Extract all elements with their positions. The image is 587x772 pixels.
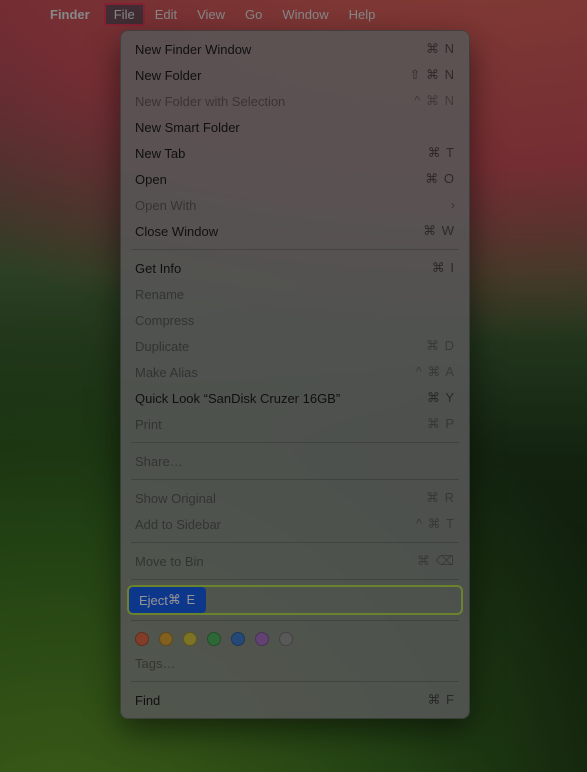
menu-item: Tags… xyxy=(121,650,469,676)
menu-item-eject[interactable]: Eject⌘ E xyxy=(129,587,206,613)
tag-color-dot[interactable] xyxy=(231,632,245,646)
menu-item-label: New Finder Window xyxy=(135,42,426,57)
menu-item-label: Open xyxy=(135,172,425,187)
menu-item[interactable]: Get Info⌘ I xyxy=(121,255,469,281)
tag-color-dot[interactable] xyxy=(159,632,173,646)
menu-item[interactable]: Quick Look “SanDisk Cruzer 16GB”⌘ Y xyxy=(121,385,469,411)
menu-separator xyxy=(131,579,459,580)
menu-item-shortcut: ⌘ R xyxy=(426,490,455,506)
tag-color-dot[interactable] xyxy=(207,632,221,646)
tag-color-row xyxy=(121,626,469,650)
menu-separator xyxy=(131,620,459,621)
menu-item-label: Open With xyxy=(135,198,451,213)
menu-item-shortcut: ^ ⌘ A xyxy=(416,364,455,380)
menu-item-shortcut: ⌘ O xyxy=(425,171,455,187)
menu-item-shortcut: ⌘ T xyxy=(428,145,455,161)
menu-separator xyxy=(131,681,459,682)
menu-separator xyxy=(131,249,459,250)
tag-color-dot[interactable] xyxy=(255,632,269,646)
menu-item-label: New Folder xyxy=(135,68,409,83)
menu-window[interactable]: Window xyxy=(272,3,338,26)
menu-separator xyxy=(131,442,459,443)
menu-help[interactable]: Help xyxy=(339,3,386,26)
menu-item-label: Get Info xyxy=(135,261,432,276)
tag-color-dot[interactable] xyxy=(279,632,293,646)
menu-item-shortcut: ⌘ W xyxy=(423,223,455,239)
menu-item-selected-highlight: Eject⌘ E xyxy=(127,585,463,615)
menu-edit[interactable]: Edit xyxy=(145,3,187,26)
menu-item-shortcut: ⌘ ⌫ xyxy=(417,553,455,569)
submenu-chevron-icon: › xyxy=(451,198,455,212)
menu-item[interactable]: New Tab⌘ T xyxy=(121,140,469,166)
menu-item-shortcut: ^ ⌘ T xyxy=(416,516,455,532)
menu-item-shortcut: ⌘ D xyxy=(426,338,455,354)
menu-item-label: New Smart Folder xyxy=(135,120,455,135)
menu-item-label: Compress xyxy=(135,313,455,328)
menu-separator xyxy=(131,542,459,543)
menu-item-shortcut: ⌘ I xyxy=(432,260,455,276)
menu-item-shortcut: ⇧ ⌘ N xyxy=(409,67,455,83)
menu-item-label: Quick Look “SanDisk Cruzer 16GB” xyxy=(135,391,427,406)
menu-item-label: Tags… xyxy=(135,656,455,671)
menu-go[interactable]: Go xyxy=(235,3,272,26)
menu-item: Rename xyxy=(121,281,469,307)
menu-item: Add to Sidebar^ ⌘ T xyxy=(121,511,469,537)
menu-item-label: Make Alias xyxy=(135,365,416,380)
tag-color-dot[interactable] xyxy=(183,632,197,646)
menu-item[interactable]: New Folder⇧ ⌘ N xyxy=(121,62,469,88)
menu-separator xyxy=(131,479,459,480)
menu-item-label: Share… xyxy=(135,454,455,469)
menu-item: Print⌘ P xyxy=(121,411,469,437)
menu-item-label: Rename xyxy=(135,287,455,302)
menu-item-label: New Tab xyxy=(135,146,428,161)
menu-item[interactable]: Find⌘ F xyxy=(121,687,469,713)
menu-item-label: Close Window xyxy=(135,224,423,239)
menu-item-shortcut: ^ ⌘ N xyxy=(414,93,455,109)
menu-item-label: Add to Sidebar xyxy=(135,517,416,532)
menu-item-shortcut: ⌘ Y xyxy=(427,390,455,406)
menu-item-label: Show Original xyxy=(135,491,426,506)
menu-item-label: New Folder with Selection xyxy=(135,94,414,109)
app-name[interactable]: Finder xyxy=(42,3,98,26)
menu-item-shortcut: ⌘ P xyxy=(427,416,455,432)
menu-item[interactable]: New Smart Folder xyxy=(121,114,469,140)
menu-item: Make Alias^ ⌘ A xyxy=(121,359,469,385)
tag-color-dot[interactable] xyxy=(135,632,149,646)
menu-item-label: Duplicate xyxy=(135,339,426,354)
menu-item-label: Eject xyxy=(139,593,168,608)
menu-item: Show Original⌘ R xyxy=(121,485,469,511)
file-menu-dropdown: New Finder Window⌘ NNew Folder⇧ ⌘ NNew F… xyxy=(120,30,470,719)
menu-item-shortcut: ⌘ N xyxy=(426,41,455,57)
menu-item: Duplicate⌘ D xyxy=(121,333,469,359)
menu-item: Open With› xyxy=(121,192,469,218)
menu-item-shortcut: ⌘ E xyxy=(168,592,196,608)
menu-item: Compress xyxy=(121,307,469,333)
menu-item: Share… xyxy=(121,448,469,474)
menu-view[interactable]: View xyxy=(187,3,235,26)
menu-item[interactable]: New Finder Window⌘ N xyxy=(121,36,469,62)
menu-item-label: Find xyxy=(135,693,427,708)
menu-item: Move to Bin⌘ ⌫ xyxy=(121,548,469,574)
menu-item[interactable]: Open⌘ O xyxy=(121,166,469,192)
menu-item: New Folder with Selection^ ⌘ N xyxy=(121,88,469,114)
menu-item-label: Print xyxy=(135,417,427,432)
menubar: Finder FileEditViewGoWindowHelp xyxy=(0,0,587,28)
menu-file[interactable]: File xyxy=(104,3,145,26)
menu-item[interactable]: Close Window⌘ W xyxy=(121,218,469,244)
menu-item-label: Move to Bin xyxy=(135,554,417,569)
menu-item-shortcut: ⌘ F xyxy=(427,692,455,708)
